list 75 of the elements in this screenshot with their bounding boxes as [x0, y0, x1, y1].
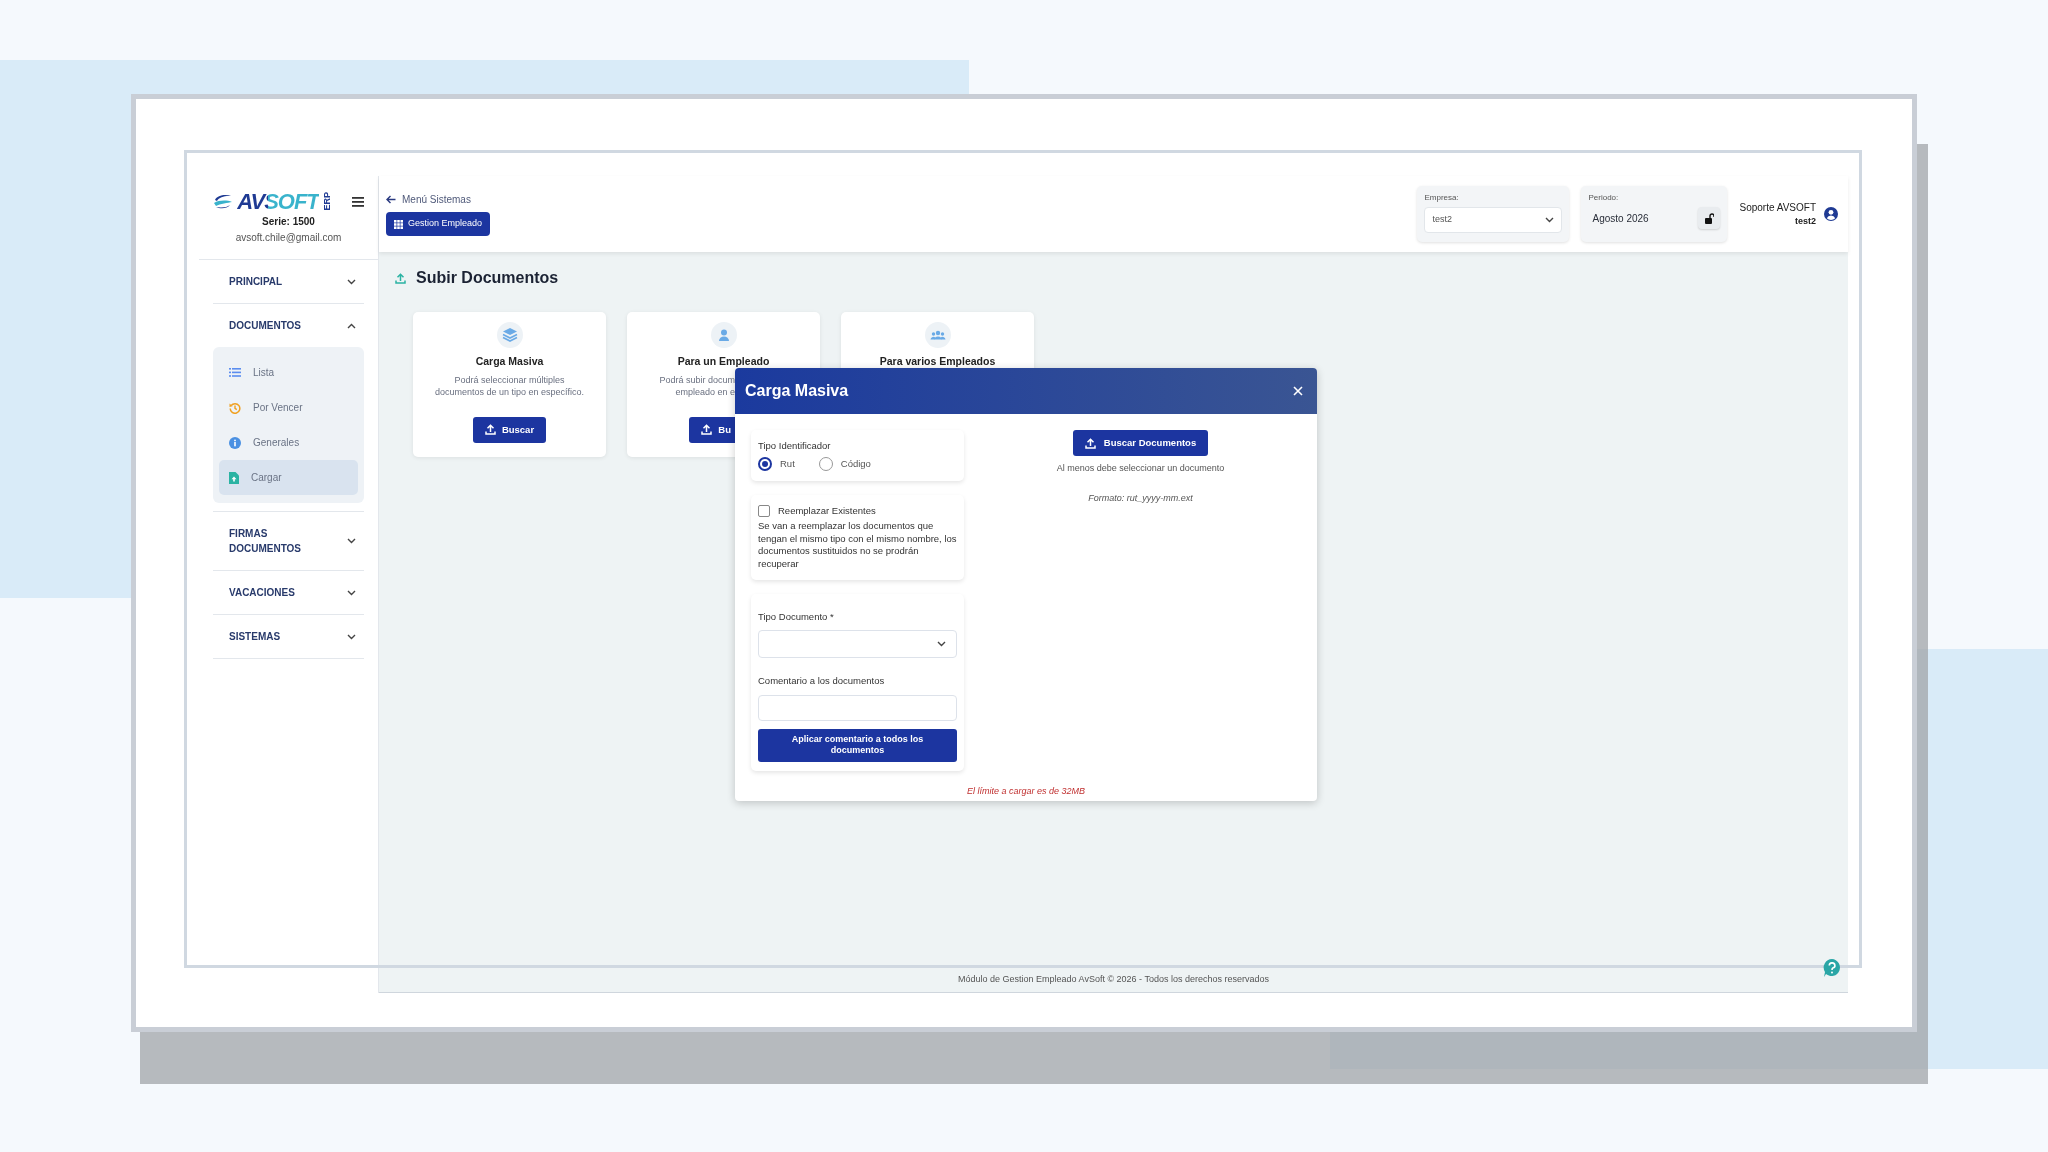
footer-text: Módulo de Gestion Empleado AvSoft © 2026 - Todos los derechos reservados [958, 972, 1269, 986]
chevron-up-icon [347, 322, 356, 329]
limit-text: El límite a cargar es de 32MB [966, 784, 1086, 798]
series-label: Serie: 1500 [262, 214, 315, 229]
field-label: Tipo Identificador [758, 439, 832, 453]
users-icon [924, 322, 951, 348]
radio-button[interactable] [818, 457, 833, 472]
chevron-down-icon [937, 641, 946, 648]
format-text: Formato: rut_yyyy-mm.ext [1088, 491, 1193, 505]
user-circle-icon [1824, 207, 1838, 221]
upload-icon [701, 424, 713, 436]
sidebar-section[interactable]: FIRMAS DOCUMENTOS [213, 512, 364, 570]
upload-icon [395, 272, 406, 284]
modal-title: Carga Masiva [745, 381, 849, 401]
sidebar-item[interactable]: Generales [219, 425, 358, 460]
sidebar-section[interactable]: SISTEMAS [213, 615, 364, 658]
card-title: Para varios Empleados [879, 354, 996, 369]
card-title: Carga Masiva [475, 354, 544, 369]
search-button[interactable]: Bu [689, 416, 735, 443]
lock-button[interactable] [1698, 207, 1721, 229]
sidebar-section[interactable]: VACACIONES [213, 571, 364, 614]
sidebar-section[interactable]: DOCUMENTOS [213, 304, 364, 347]
user-menu-button[interactable] [1824, 207, 1838, 221]
chevron-down-icon [1545, 217, 1555, 223]
close-button[interactable] [1291, 384, 1305, 398]
upload-icon [484, 424, 496, 436]
chevron-down-icon [347, 589, 356, 596]
checkbox-label: Reemplazar Existentes [778, 503, 876, 518]
period-value: Agosto 2026 [1591, 211, 1649, 226]
user-icon [710, 322, 737, 348]
layers-icon [496, 322, 523, 348]
sidebar-item[interactable]: Cargar [219, 460, 358, 495]
card-description: Podrá subir docum empleado en e [659, 373, 735, 399]
module-button[interactable]: Gestion Empleado [386, 212, 491, 236]
close-icon [1293, 386, 1303, 396]
list-icon [229, 368, 241, 377]
page-title: Subir Documentos [416, 268, 559, 288]
chevron-down-icon [347, 633, 356, 640]
radio-label: Código [840, 457, 871, 472]
card-title: Para un Empleado [676, 354, 771, 369]
field-label: Empresa: [1424, 192, 1460, 204]
sidebar-item[interactable]: Por Vencer [219, 390, 358, 425]
search-button[interactable]: Buscar [472, 416, 547, 443]
info-icon [229, 436, 241, 449]
radio-label: Rut [780, 457, 795, 472]
history-icon [229, 401, 241, 414]
field-label: Tipo Documento * [758, 610, 835, 624]
apply-comment-button[interactable]: Aplicar comentario a todos los documentos [758, 728, 957, 762]
padlock-icon [1705, 212, 1714, 224]
upload-icon [1084, 437, 1096, 449]
grid-icon [394, 219, 403, 229]
comment-field[interactable] [758, 694, 957, 721]
email-label: avsoft.chile@gmail.com [235, 230, 342, 245]
arrow-left-icon [386, 195, 396, 205]
menu-icon [351, 196, 364, 207]
field-label: Periodo: [1588, 192, 1620, 204]
company-select[interactable]: test2 [1424, 207, 1563, 233]
radio-button[interactable] [758, 457, 772, 472]
chevron-down-icon [347, 538, 356, 544]
user-company: test2 [1794, 214, 1816, 228]
help-icon[interactable] [1822, 958, 1842, 978]
card-description: Podrá seleccionar múltiples documentos de un tipo en específico. [433, 373, 586, 399]
warning-text: Se van a reemplazar los documentos que tengan el mismo tipo con el mismo nombre, los documentos sustituidos no se prodrán recuperar [758, 519, 957, 571]
user-name: Soporte AVSOFT [1739, 200, 1816, 215]
sidebar-item[interactable]: Lista [219, 355, 358, 390]
search-documents-button[interactable]: Buscar Documentos [1072, 430, 1209, 457]
sidebar-section[interactable]: PRINCIPAL [213, 260, 364, 303]
field-label: Comentario a los documentos [758, 674, 886, 689]
back-link[interactable]: Menú Sistemas [386, 192, 471, 208]
menu-button[interactable] [351, 196, 364, 207]
hint-text: Al menos debe seleccionar un documento [1056, 462, 1225, 476]
file-upload-icon [229, 471, 239, 484]
checkbox[interactable] [758, 504, 770, 517]
chevron-down-icon [347, 278, 356, 285]
logo-tag: ERP [322, 192, 332, 211]
